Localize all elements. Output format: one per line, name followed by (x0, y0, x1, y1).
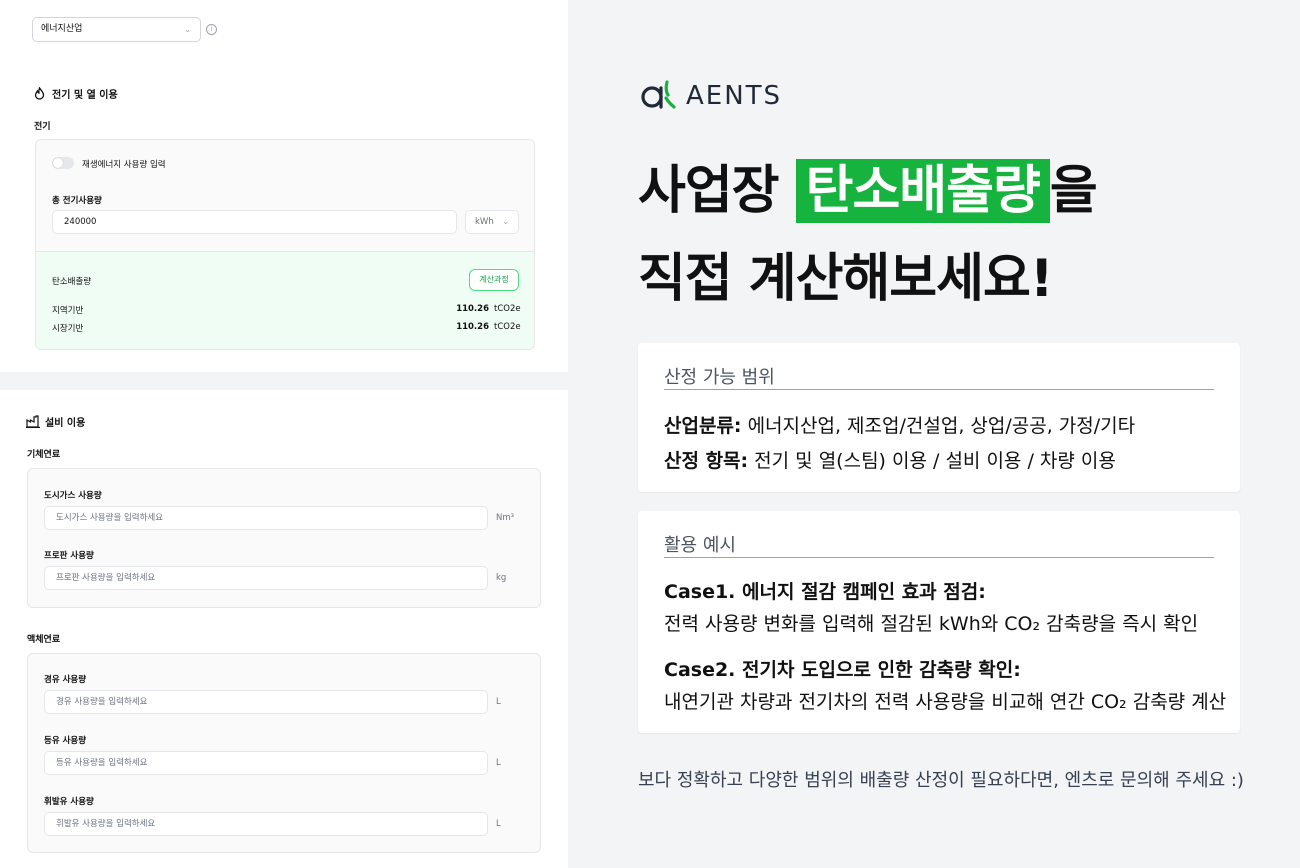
scope-box: 산정 가능 범위 산업분류: 에너지산업, 제조업/건설업, 상업/공공, 가정… (638, 343, 1240, 492)
scope-industry-row: 산업분류: 에너지산업, 제조업/건설업, 상업/공공, 가정/기타 (664, 411, 1135, 438)
scope-box-divider (664, 389, 1214, 390)
case1-heading: Case1. 에너지 절감 캠페인 효과 점검: (664, 577, 986, 604)
scope-items-label: 산정 항목: (664, 450, 749, 472)
headline-post: 을 (1049, 161, 1098, 221)
aents-logo-icon (638, 76, 678, 116)
market-based-value: 110.26 (456, 322, 489, 332)
market-based-unit: tCO2e (494, 322, 521, 332)
propane-unit: kg (496, 573, 507, 583)
scope-industry-label: 산업분류: (664, 415, 742, 437)
example-box-title: 활용 예시 (664, 535, 736, 556)
location-based-value: 110.26 (456, 304, 489, 314)
headline-highlight: 탄소배출량 (795, 159, 1050, 223)
brand-name: AENTS (686, 81, 783, 111)
example-box-divider (664, 557, 1214, 558)
kerosene-unit: L (496, 758, 501, 768)
equipment-section-title: 설비 이용 (45, 418, 86, 429)
case2-heading-text: Case2. 전기차 도입으로 인한 감축량 확인: (664, 659, 1021, 681)
flame-icon (33, 86, 46, 100)
unit-select[interactable]: kWh ⌄ (465, 210, 519, 234)
industry-select[interactable]: 에너지산업 ⌄ (32, 17, 201, 42)
scope-items-row: 산정 항목: 전기 및 열(스팀) 이용 / 설비 이용 / 차량 이용 (664, 446, 1116, 473)
gasoline-unit: L (496, 819, 501, 829)
equipment-section-heading: 설비 이용 (26, 414, 85, 429)
renewable-toggle-label: 재생에너지 사용량 입력 (82, 160, 166, 170)
factory-icon (26, 415, 40, 428)
equipment-panel: 설비 이용 기체연료 도시가스 사용량 도시가스 사용량을 입력하세요 Nm³ … (0, 390, 568, 868)
unit-select-value: kWh (475, 217, 494, 227)
electric-panel: 에너지산업 ⌄ i 전기 및 열 이용 전기 재생에너지 사용량 입력 총 전기… (0, 0, 568, 372)
gas-fuel-card: 도시가스 사용량 도시가스 사용량을 입력하세요 Nm³ 프로판 사용량 프로판… (27, 468, 541, 608)
kerosene-label: 등유 사용량 (44, 736, 87, 746)
kerosene-input[interactable]: 등유 사용량을 입력하세요 (44, 751, 488, 775)
propane-input[interactable]: 프로판 사용량을 입력하세요 (44, 566, 488, 590)
diesel-label: 경유 사용량 (44, 675, 87, 685)
location-based-unit: tCO2e (494, 304, 521, 314)
electric-subtitle: 전기 (34, 122, 51, 132)
emission-result: 탄소배출량 계산과정 지역기반 110.26 tCO2e 시장기반 110.26… (36, 251, 534, 349)
gasoline-input[interactable]: 휘발유 사용량을 입력하세요 (44, 812, 488, 836)
scope-industry-text: 에너지산업, 제조업/건설업, 상업/공공, 가정/기타 (741, 415, 1136, 437)
market-based-label: 시장기반 (52, 324, 84, 334)
chevron-down-icon: ⌄ (184, 25, 191, 34)
scope-items-text: 전기 및 열(스팀) 이용 / 설비 이용 / 차량 이용 (748, 450, 1116, 472)
total-usage-input[interactable]: 240000 (52, 210, 457, 234)
headline-line-2: 직접 계산해보세요! (638, 249, 1054, 309)
electric-card: 재생에너지 사용량 입력 총 전기사용량 240000 kWh ⌄ 탄소배출량 … (35, 139, 535, 350)
renewable-toggle[interactable] (52, 157, 74, 169)
city-gas-unit: Nm³ (496, 513, 515, 523)
case1-heading-text: Case1. 에너지 절감 캠페인 효과 점검: (664, 581, 986, 603)
promo-panel: AENTS 사업장 탄소배출량 을 직접 계산해보세요! 산정 가능 범위 산업분… (568, 0, 1300, 868)
electric-section-heading: 전기 및 열 이용 (33, 86, 118, 101)
case1-text: 전력 사용량 변화를 입력해 절감된 kWh와 CO₂ 감축량을 즉시 확인 (664, 613, 1199, 635)
example-box: 활용 예시 Case1. 에너지 절감 캠페인 효과 점검: 전력 사용량 변화… (638, 511, 1240, 733)
calculator-panel: 에너지산업 ⌄ i 전기 및 열 이용 전기 재생에너지 사용량 입력 총 전기… (0, 0, 568, 868)
headline-pre: 사업장 (638, 161, 796, 221)
total-usage-label: 총 전기사용량 (52, 196, 102, 206)
case2-heading: Case2. 전기차 도입으로 인한 감축량 확인: (664, 655, 1021, 682)
brand-logo: AENTS (638, 76, 782, 116)
info-icon[interactable]: i (206, 24, 217, 35)
industry-select-value: 에너지산업 (41, 24, 83, 34)
emission-title: 탄소배출량 (52, 277, 92, 287)
case2-text: 내연기관 차량과 전기차의 전력 사용량을 비교해 연간 CO₂ 감축량 계산 (664, 691, 1227, 713)
liquid-fuel-card: 경유 사용량 경유 사용량을 입력하세요 L 등유 사용량 등유 사용량을 입력… (27, 653, 541, 853)
liquid-fuel-label: 액체연료 (27, 635, 61, 645)
city-gas-label: 도시가스 사용량 (44, 491, 102, 501)
electric-section-title: 전기 및 열 이용 (52, 90, 118, 101)
headline-line-1: 사업장 탄소배출량 을 (638, 148, 1098, 223)
location-based-label: 지역기반 (52, 306, 84, 316)
gas-fuel-label: 기체연료 (27, 450, 61, 460)
calc-process-button[interactable]: 계산과정 (469, 269, 519, 291)
scope-box-title: 산정 가능 범위 (664, 367, 775, 388)
chevron-down-icon: ⌄ (502, 217, 509, 226)
diesel-input[interactable]: 경유 사용량을 입력하세요 (44, 690, 488, 714)
city-gas-input[interactable]: 도시가스 사용량을 입력하세요 (44, 506, 488, 530)
propane-label: 프로판 사용량 (44, 551, 94, 561)
contact-footer: 보다 정확하고 다양한 범위의 배출량 산정이 필요하다면, 엔츠로 문의해 주… (638, 770, 1244, 791)
gasoline-label: 휘발유 사용량 (44, 797, 94, 807)
diesel-unit: L (496, 697, 501, 707)
